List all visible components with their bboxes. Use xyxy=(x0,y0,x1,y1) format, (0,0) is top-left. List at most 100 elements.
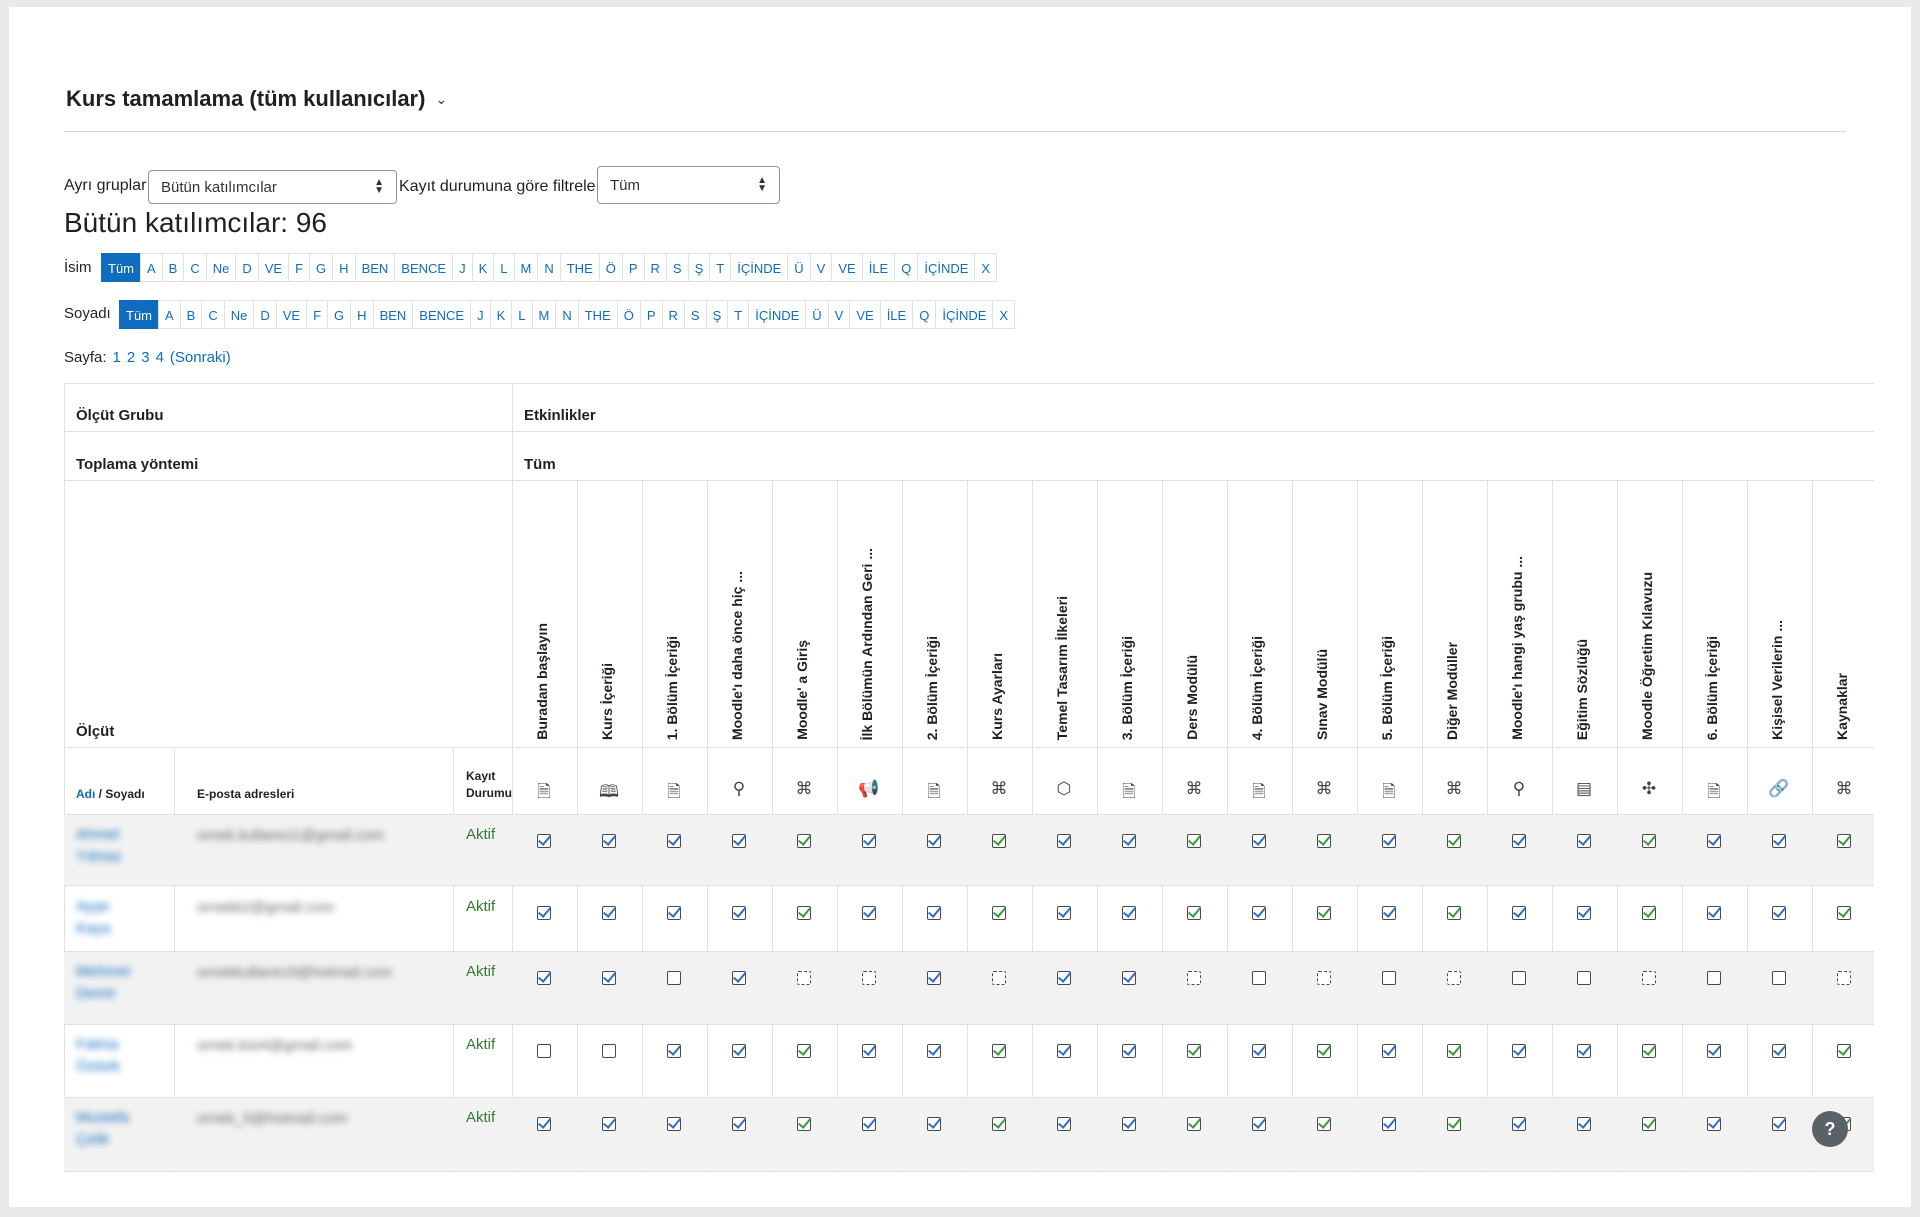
completed-checkbox-icon[interactable] xyxy=(1382,834,1396,848)
completed-checkbox-icon[interactable] xyxy=(1772,1044,1786,1058)
incomplete-checkbox-icon[interactable] xyxy=(1837,971,1851,985)
first-initial-button[interactable]: K xyxy=(471,253,495,282)
last-initial-button[interactable]: A xyxy=(158,300,181,329)
activity-column-header[interactable]: İlk Bölümün Ardından Geri ... xyxy=(859,548,875,740)
first-initial-button[interactable]: İÇİNDE xyxy=(917,253,976,282)
completed-checkbox-icon[interactable] xyxy=(1512,834,1526,848)
completed-checkbox-icon[interactable] xyxy=(1447,834,1461,848)
last-initial-button[interactable]: Ş xyxy=(705,300,729,329)
last-initial-button[interactable]: BEN xyxy=(372,300,414,329)
first-initial-button[interactable]: A xyxy=(140,253,163,282)
completed-checkbox-icon[interactable] xyxy=(1317,1044,1331,1058)
completed-checkbox-icon[interactable] xyxy=(1447,1044,1461,1058)
completed-checkbox-icon[interactable] xyxy=(1447,1117,1461,1131)
activity-column-header[interactable]: Kişisel Verilerin ... xyxy=(1769,620,1785,740)
activity-column-header[interactable]: Moodle Öğretim Kılavuzu xyxy=(1639,572,1655,740)
completed-checkbox-icon[interactable] xyxy=(602,906,616,920)
sort-first-name-link[interactable]: Adı xyxy=(76,787,95,801)
completed-checkbox-icon[interactable] xyxy=(1447,906,1461,920)
first-initial-button[interactable]: N xyxy=(537,253,561,282)
first-initial-button[interactable]: İÇİNDE xyxy=(730,253,789,282)
completed-checkbox-icon[interactable] xyxy=(1317,834,1331,848)
last-initial-button[interactable]: V xyxy=(827,300,851,329)
first-initial-button[interactable]: Q xyxy=(894,253,919,282)
activity-column-header[interactable]: Diğer Modüller xyxy=(1444,642,1460,740)
report-title-row[interactable]: Kurs tamamlama (tüm kullanıcılar) ⌄ xyxy=(66,79,447,119)
activity-column-header[interactable]: 4. Bölüm İçeriği xyxy=(1249,636,1265,740)
first-initial-button[interactable]: L xyxy=(493,253,515,282)
user-name-link[interactable]: Ayşe Kaya xyxy=(76,896,146,940)
first-initial-button[interactable]: Ş xyxy=(687,253,711,282)
first-initial-button[interactable]: G xyxy=(309,253,334,282)
completed-checkbox-icon[interactable] xyxy=(1187,1117,1201,1131)
completed-checkbox-icon[interactable] xyxy=(1837,834,1851,848)
page-link[interactable]: 1 xyxy=(113,349,121,366)
completed-checkbox-icon[interactable] xyxy=(1252,1044,1266,1058)
activity-column-header[interactable]: 6. Bölüm İçeriği xyxy=(1704,636,1720,740)
first-initial-button[interactable]: J xyxy=(452,253,473,282)
status-select[interactable]: Tüm ▲ ▼ xyxy=(597,166,780,204)
completed-checkbox-icon[interactable] xyxy=(1837,906,1851,920)
completed-checkbox-icon[interactable] xyxy=(992,1117,1006,1131)
completed-checkbox-icon[interactable] xyxy=(1057,834,1071,848)
completed-checkbox-icon[interactable] xyxy=(1707,834,1721,848)
last-initial-button[interactable]: G xyxy=(327,300,352,329)
completed-checkbox-icon[interactable] xyxy=(862,1044,876,1058)
user-name-link[interactable]: Mustafa Çelik xyxy=(76,1107,146,1151)
last-initial-button[interactable]: S xyxy=(683,300,707,329)
incomplete-checkbox-icon[interactable] xyxy=(1447,971,1461,985)
completed-checkbox-icon[interactable] xyxy=(1187,834,1201,848)
completed-checkbox-icon[interactable] xyxy=(1187,906,1201,920)
last-initial-button[interactable]: Tüm xyxy=(119,300,159,329)
completed-checkbox-icon[interactable] xyxy=(797,1044,811,1058)
incomplete-checkbox-icon[interactable] xyxy=(1382,971,1396,985)
incomplete-checkbox-icon[interactable] xyxy=(992,971,1006,985)
incomplete-checkbox-icon[interactable] xyxy=(1187,971,1201,985)
last-initial-button[interactable]: F xyxy=(306,300,329,329)
completed-checkbox-icon[interactable] xyxy=(927,834,941,848)
first-initial-button[interactable]: Ü xyxy=(787,253,811,282)
last-initial-button[interactable]: B xyxy=(179,300,203,329)
completed-checkbox-icon[interactable] xyxy=(927,971,941,985)
completed-checkbox-icon[interactable] xyxy=(1577,1117,1591,1131)
completed-checkbox-icon[interactable] xyxy=(1317,1117,1331,1131)
help-button[interactable]: ? xyxy=(1812,1111,1848,1147)
completed-checkbox-icon[interactable] xyxy=(732,971,746,985)
incomplete-checkbox-icon[interactable] xyxy=(1252,971,1266,985)
completed-checkbox-icon[interactable] xyxy=(732,906,746,920)
completed-checkbox-icon[interactable] xyxy=(1122,1117,1136,1131)
incomplete-checkbox-icon[interactable] xyxy=(1707,971,1721,985)
first-initial-button[interactable]: Ne xyxy=(205,253,237,282)
completed-checkbox-icon[interactable] xyxy=(1512,906,1526,920)
completed-checkbox-icon[interactable] xyxy=(1707,1117,1721,1131)
activity-column-header[interactable]: Kaynaklar xyxy=(1834,673,1850,740)
completed-checkbox-icon[interactable] xyxy=(1122,971,1136,985)
last-initial-button[interactable]: THE xyxy=(577,300,618,329)
completed-checkbox-icon[interactable] xyxy=(1122,906,1136,920)
first-initial-button[interactable]: R xyxy=(643,253,667,282)
activity-column-header[interactable]: Kurs Ayarları xyxy=(989,653,1005,740)
first-initial-button[interactable]: X xyxy=(974,253,998,282)
activity-column-header[interactable]: 1. Bölüm İçeriği xyxy=(664,636,680,740)
completed-checkbox-icon[interactable] xyxy=(1512,1117,1526,1131)
completed-checkbox-icon[interactable] xyxy=(667,906,681,920)
completed-checkbox-icon[interactable] xyxy=(1772,834,1786,848)
first-initial-button[interactable]: S xyxy=(665,253,689,282)
completed-checkbox-icon[interactable] xyxy=(667,1117,681,1131)
completed-checkbox-icon[interactable] xyxy=(992,834,1006,848)
completed-checkbox-icon[interactable] xyxy=(1642,1117,1656,1131)
first-initial-button[interactable]: M xyxy=(513,253,539,282)
completed-checkbox-icon[interactable] xyxy=(1837,1044,1851,1058)
completed-checkbox-icon[interactable] xyxy=(927,1044,941,1058)
last-initial-button[interactable]: K xyxy=(489,300,513,329)
incomplete-checkbox-icon[interactable] xyxy=(1642,971,1656,985)
activity-column-header[interactable]: Sınav Modülü xyxy=(1314,649,1330,740)
last-initial-button[interactable]: C xyxy=(201,300,225,329)
completed-checkbox-icon[interactable] xyxy=(1057,1117,1071,1131)
activity-column-header[interactable]: Ders Modülü xyxy=(1184,655,1200,740)
incomplete-checkbox-icon[interactable] xyxy=(1317,971,1331,985)
last-initial-button[interactable]: BENCE xyxy=(412,300,472,329)
sort-last-name-link[interactable]: Soyadı xyxy=(105,787,144,801)
next-page-link[interactable]: (Sonraki) xyxy=(170,349,231,366)
completed-checkbox-icon[interactable] xyxy=(732,1044,746,1058)
